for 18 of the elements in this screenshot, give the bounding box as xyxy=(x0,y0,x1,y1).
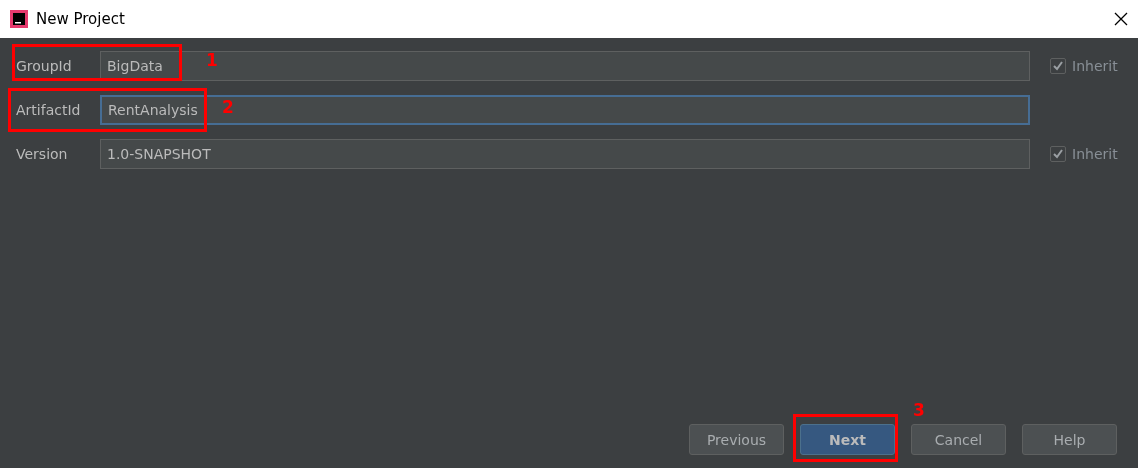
annotation-number: 1 xyxy=(206,50,218,70)
checkbox-label: Inherit xyxy=(1072,146,1118,162)
annotation-number: 2 xyxy=(222,97,234,117)
next-button[interactable]: Next xyxy=(800,424,895,455)
text-field[interactable]: 1.0-SNAPSHOT xyxy=(100,139,1030,169)
field-label: GroupId xyxy=(15,58,73,74)
checkbox-label: Inherit xyxy=(1072,58,1118,74)
window-title: New Project xyxy=(36,10,125,28)
dialog-button[interactable]: Help xyxy=(1022,424,1117,455)
inherit-checkbox[interactable] xyxy=(1050,58,1066,74)
close-icon[interactable] xyxy=(1114,12,1128,26)
inherit-checkbox[interactable] xyxy=(1050,146,1066,162)
field-label: Version xyxy=(15,146,69,162)
dialog-button[interactable]: Previous xyxy=(689,424,784,455)
annotation-number: 3 xyxy=(913,400,925,420)
app-logo-icon xyxy=(10,10,28,28)
dialog-button[interactable]: Cancel xyxy=(911,424,1006,455)
field-label: ArtifactId xyxy=(15,102,82,118)
